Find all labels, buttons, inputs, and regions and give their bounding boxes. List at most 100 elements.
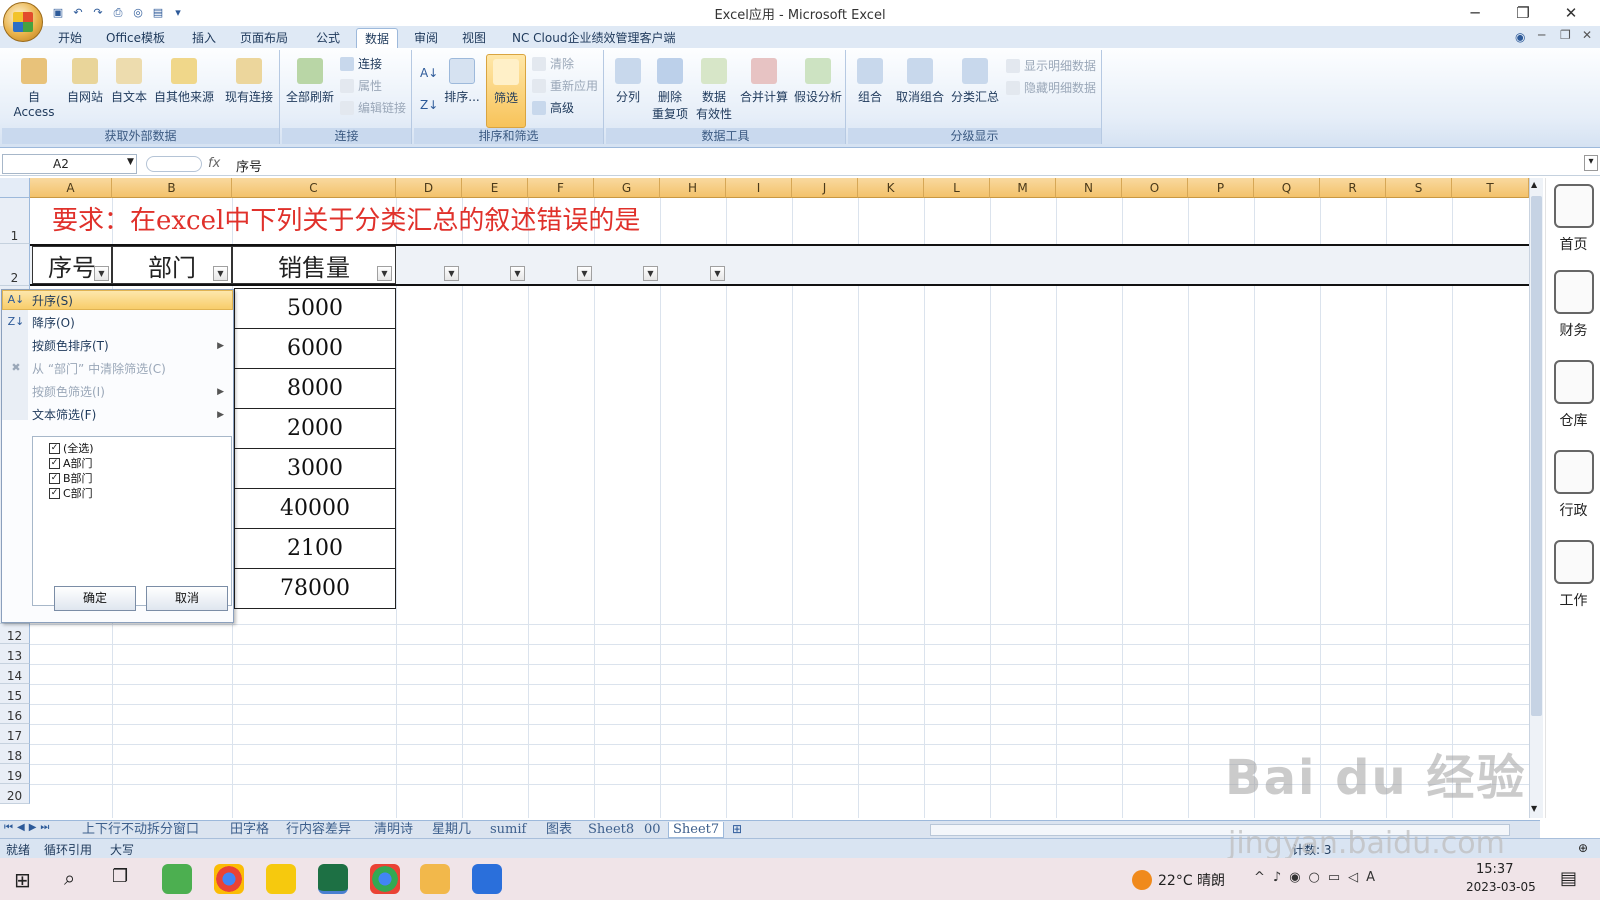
print-preview-icon[interactable]: ⎙: [110, 5, 126, 21]
insert-sheet-icon[interactable]: ⊞: [732, 822, 742, 836]
workbook-close-icon[interactable]: ✕: [1582, 28, 1592, 42]
tab-data[interactable]: 数据: [356, 28, 399, 48]
column-header-a[interactable]: A: [30, 178, 112, 198]
data-validation-button[interactable]: 数据 有效性: [692, 58, 736, 122]
row-header-20[interactable]: 20: [0, 784, 30, 804]
office-button[interactable]: [3, 2, 43, 42]
sales-cell[interactable]: 8000: [234, 368, 396, 409]
panel-work[interactable]: 工作: [1546, 540, 1600, 610]
row-header-15[interactable]: 15: [0, 684, 30, 704]
filter-button[interactable]: 筛选: [486, 54, 526, 128]
zoom-in-icon[interactable]: ⊕: [1578, 841, 1588, 855]
task-view-icon[interactable]: ❐: [112, 866, 128, 887]
windows-start-icon[interactable]: ⊞: [14, 868, 31, 892]
sheet-tab[interactable]: 行内容差异: [282, 822, 355, 838]
sheet-tab[interactable]: 星期几: [428, 822, 475, 838]
cancel-button[interactable]: 取消: [146, 586, 228, 611]
column-header-b[interactable]: B: [112, 178, 232, 198]
ribbon-restore-icon[interactable]: ❐: [1560, 28, 1571, 42]
checkbox-checked-icon[interactable]: ✓: [49, 487, 60, 499]
column-header-n[interactable]: N: [1056, 178, 1122, 198]
open-icon[interactable]: ▤: [150, 5, 166, 21]
row-header-18[interactable]: 18: [0, 744, 30, 764]
sales-cell[interactable]: 2000: [234, 408, 396, 449]
vertical-scrollbar[interactable]: ▲ ▼: [1529, 178, 1543, 818]
row-header-12[interactable]: 12: [0, 624, 30, 644]
row-header-1[interactable]: 1: [0, 198, 30, 244]
system-tray-icons[interactable]: ^♪◉○▭◁A: [1254, 870, 1383, 885]
filter-item-a[interactable]: ✓ A部门: [49, 456, 93, 470]
sales-cell[interactable]: 78000: [234, 568, 396, 609]
tab-home[interactable]: 开始: [50, 28, 90, 48]
menu-sort-descending[interactable]: 降序(O): [32, 312, 232, 334]
name-box[interactable]: A2: [2, 154, 137, 174]
column-header-t[interactable]: T: [1452, 178, 1529, 198]
sort-asc-icon[interactable]: A↓: [420, 66, 438, 80]
column-header-c[interactable]: C: [232, 178, 396, 198]
menu-sort-by-color[interactable]: 按颜色排序(T) ▶: [32, 335, 232, 357]
column-header-o[interactable]: O: [1122, 178, 1188, 198]
redo-icon[interactable]: ↷: [90, 5, 106, 21]
filter-dropdown-h-icon[interactable]: ▼: [710, 266, 725, 281]
connections-button[interactable]: 连接: [338, 54, 382, 74]
sheet-tab[interactable]: sumif: [486, 822, 530, 838]
column-header-l[interactable]: L: [924, 178, 990, 198]
from-web-button[interactable]: 自网站: [64, 58, 106, 105]
sheet-nav-icons[interactable]: ⏮◀▶⏭: [4, 822, 53, 833]
column-header-j[interactable]: J: [792, 178, 858, 198]
from-access-button[interactable]: 自 Access: [6, 58, 62, 119]
group-button[interactable]: 组合: [852, 58, 888, 105]
notifications-icon[interactable]: ▤: [1560, 868, 1577, 889]
search-icon[interactable]: ⌕: [64, 866, 75, 890]
column-header-e[interactable]: E: [462, 178, 528, 198]
excel-taskbar-icon[interactable]: [318, 864, 348, 894]
checkbox-checked-icon[interactable]: ✓: [49, 442, 60, 454]
filter-dropdown-dept-icon[interactable]: ▼: [213, 266, 228, 281]
column-header-s[interactable]: S: [1386, 178, 1452, 198]
what-if-button[interactable]: 假设分析: [792, 58, 844, 105]
sales-cell[interactable]: 2100: [234, 528, 396, 569]
filter-dropdown-d-icon[interactable]: ▼: [444, 266, 459, 281]
filter-item-b[interactable]: ✓ B部门: [49, 471, 93, 485]
header-cell-sales[interactable]: 销售量: [232, 246, 396, 284]
sort-desc-icon[interactable]: Z↓: [420, 98, 438, 112]
column-header-g[interactable]: G: [594, 178, 660, 198]
tab-formulas[interactable]: 公式: [308, 28, 348, 48]
panel-finance[interactable]: 财务: [1546, 270, 1600, 340]
browser-icon[interactable]: [370, 864, 400, 894]
filter-dropdown-e-icon[interactable]: ▼: [510, 266, 525, 281]
column-header-r[interactable]: R: [1320, 178, 1386, 198]
panel-home[interactable]: 首页: [1546, 184, 1600, 254]
chrome-icon[interactable]: [214, 864, 244, 894]
column-header-m[interactable]: M: [990, 178, 1056, 198]
row-header-14[interactable]: 14: [0, 664, 30, 684]
column-header-k[interactable]: K: [858, 178, 924, 198]
expand-formula-bar-icon[interactable]: ▾: [1584, 155, 1598, 171]
checkbox-checked-icon[interactable]: ✓: [49, 457, 60, 469]
tab-nc-cloud[interactable]: NC Cloud企业绩效管理客户端: [504, 28, 683, 48]
filter-value-list[interactable]: ✓ (全选) ✓ A部门 ✓ B部门 ✓ C部门: [32, 436, 232, 606]
sales-cell[interactable]: 3000: [234, 448, 396, 489]
clock-date[interactable]: 2023-03-05: [1466, 880, 1536, 894]
formula-content[interactable]: 序号: [236, 156, 262, 175]
filter-item-select-all[interactable]: ✓ (全选): [49, 441, 94, 455]
from-other-sources-button[interactable]: 自其他来源: [150, 58, 218, 105]
app-icon[interactable]: [266, 864, 296, 894]
filter-dropdown-f-icon[interactable]: ▼: [577, 266, 592, 281]
insert-function-icon[interactable]: fx: [208, 156, 220, 171]
help-icon[interactable]: ◉: [1515, 30, 1525, 44]
menu-sort-ascending[interactable]: 升序(S): [32, 290, 232, 312]
column-header-i[interactable]: I: [726, 178, 792, 198]
checkbox-checked-icon[interactable]: ✓: [49, 472, 60, 484]
save-icon[interactable]: ▣: [50, 5, 66, 21]
minimize-button[interactable]: ─: [1452, 0, 1498, 26]
from-text-button[interactable]: 自文本: [108, 58, 150, 105]
row-header-16[interactable]: 16: [0, 704, 30, 724]
filter-dropdown-sales-icon[interactable]: ▼: [377, 266, 392, 281]
sheet-tab[interactable]: 00: [640, 822, 665, 838]
ok-button[interactable]: 确定: [54, 586, 136, 611]
sheet-tab[interactable]: 田字格: [226, 822, 273, 838]
subtotal-button[interactable]: 分类汇总: [948, 58, 1002, 105]
tab-view[interactable]: 视图: [454, 28, 494, 48]
sort-button[interactable]: 排序...: [440, 58, 484, 105]
